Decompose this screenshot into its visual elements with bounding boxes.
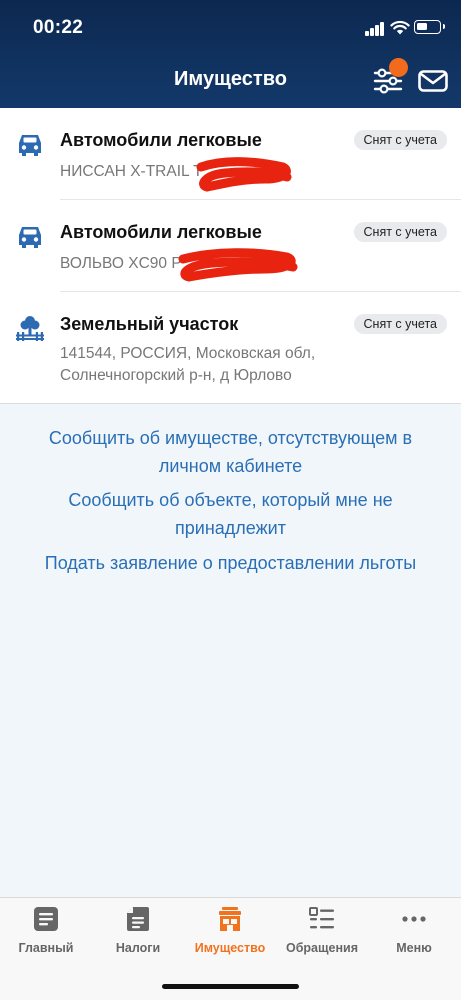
property-item[interactable]: Автомобили легковые ВОЛЬВО XC90 P Снят с…: [0, 200, 461, 292]
car-icon: [19, 227, 41, 248]
status-time: 00:22: [33, 17, 84, 38]
status-badge: Снят с учета: [353, 222, 447, 242]
apply-benefit-link[interactable]: Подать заявление о предоставлении льготы: [20, 549, 441, 577]
property-item-subtitle: 141544, РОССИЯ, Московская обл, Солнечно…: [60, 345, 316, 384]
cellular-signal-icon: [365, 22, 385, 36]
property-item-title: Автомобили легковые: [60, 222, 262, 242]
car-icon: [19, 135, 41, 156]
wifi-icon: [390, 20, 410, 35]
document-icon: [34, 907, 58, 931]
tab-requests[interactable]: Обращения: [276, 898, 368, 968]
property-list: Автомобили легковые НИССАН X-TRAIL T Сня…: [0, 108, 461, 404]
property-item-title: Автомобили легковые: [60, 130, 262, 150]
redaction-scribble: [178, 248, 298, 282]
property-item-title: Земельный участок: [60, 314, 239, 334]
report-missing-property-link[interactable]: Сообщить об имуществе, отсутствующем в л…: [20, 424, 441, 480]
tab-property[interactable]: Имущество: [184, 898, 276, 968]
requests-list-icon: [309, 907, 334, 929]
report-not-mine-link[interactable]: Сообщить об объекте, который мне не прин…: [20, 486, 441, 542]
tax-file-icon: [127, 907, 149, 931]
notification-dot: [389, 58, 408, 77]
more-dots-icon: [402, 916, 426, 922]
mail-icon[interactable]: [418, 70, 448, 92]
battery-icon: [414, 20, 445, 34]
tab-menu[interactable]: Меню: [368, 898, 460, 968]
land-plot-icon: [16, 316, 44, 341]
tab-main[interactable]: Главный: [0, 898, 92, 968]
status-bar: 00:22: [0, 0, 461, 52]
status-badge: Снят с учета: [353, 314, 447, 334]
property-icon: [219, 907, 241, 931]
redaction-scribble: [196, 157, 292, 192]
property-item[interactable]: Автомобили легковые НИССАН X-TRAIL T Сня…: [0, 108, 461, 200]
status-badge: Снят с учета: [353, 130, 447, 150]
tab-taxes[interactable]: Налоги: [92, 898, 184, 968]
home-indicator: [162, 984, 299, 989]
property-item[interactable]: Земельный участок 141544, РОССИЯ, Москов…: [0, 292, 461, 404]
app-header: 00:22 Имущество: [0, 0, 461, 108]
